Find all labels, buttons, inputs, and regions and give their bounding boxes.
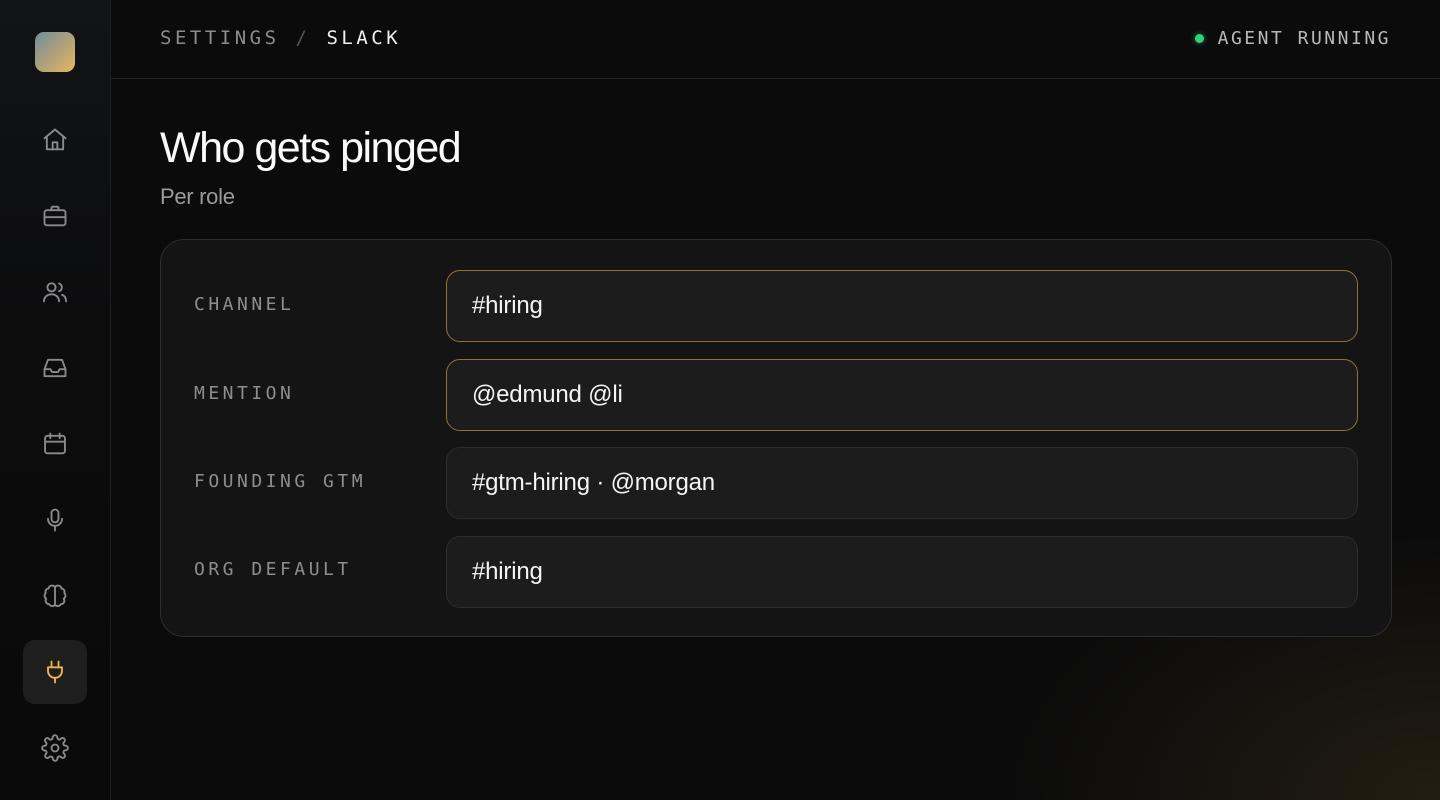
gear-icon [41, 734, 69, 762]
briefcase-icon [43, 205, 67, 227]
sidebar [0, 0, 111, 800]
sidebar-item-integrations[interactable] [23, 640, 87, 704]
sidebar-item-home[interactable] [23, 108, 87, 172]
top-bar: SETTINGS / SLACK AGENT RUNNING [111, 0, 1440, 79]
home-icon [43, 128, 67, 151]
users-icon [42, 282, 68, 303]
microphone-icon [47, 508, 63, 532]
sidebar-item-voice[interactable] [23, 488, 87, 552]
breadcrumb-current: SLACK [326, 27, 402, 49]
channel-input[interactable]: #hiring [446, 270, 1358, 342]
page-subtitle: Per role [160, 184, 235, 209]
sidebar-item-candidates[interactable] [23, 260, 87, 324]
sidebar-item-jobs[interactable] [23, 184, 87, 248]
sidebar-item-memory[interactable] [23, 564, 87, 628]
sidebar-item-calendar[interactable] [23, 412, 87, 476]
row-label-channel: CHANNEL [194, 294, 295, 315]
calendar-icon [44, 432, 66, 455]
breadcrumb-settings[interactable]: SETTINGS [160, 27, 280, 49]
agent-status: AGENT RUNNING [1194, 28, 1391, 49]
page-title: Who gets pinged [160, 124, 462, 172]
app-logo[interactable] [35, 32, 75, 72]
app-window: SETTINGS / SLACK AGENT RUNNING Who gets … [0, 0, 1440, 800]
org-default-input[interactable]: #hiring [446, 536, 1358, 608]
breadcrumb: SETTINGS / SLACK [160, 27, 401, 49]
routing-card: CHANNEL #hiring MENTION @edmund @li FOUN… [160, 239, 1392, 637]
row-label-mention: MENTION [194, 383, 295, 404]
founding-gtm-input[interactable]: #gtm-hiring · @morgan [446, 447, 1358, 519]
row-label-founding-gtm: FOUNDING GTM [194, 471, 367, 492]
breadcrumb-separator: / [295, 27, 311, 49]
sidebar-item-settings[interactable] [23, 716, 87, 780]
row-label-org-default: ORG DEFAULT [194, 559, 352, 580]
sidebar-item-inbox[interactable] [23, 336, 87, 400]
status-dot-icon [1194, 34, 1204, 43]
inbox-icon [43, 358, 67, 378]
mention-input[interactable]: @edmund @li [446, 359, 1358, 431]
brain-icon [43, 584, 67, 607]
plug-icon [47, 660, 63, 684]
agent-status-label: AGENT RUNNING [1217, 28, 1391, 49]
